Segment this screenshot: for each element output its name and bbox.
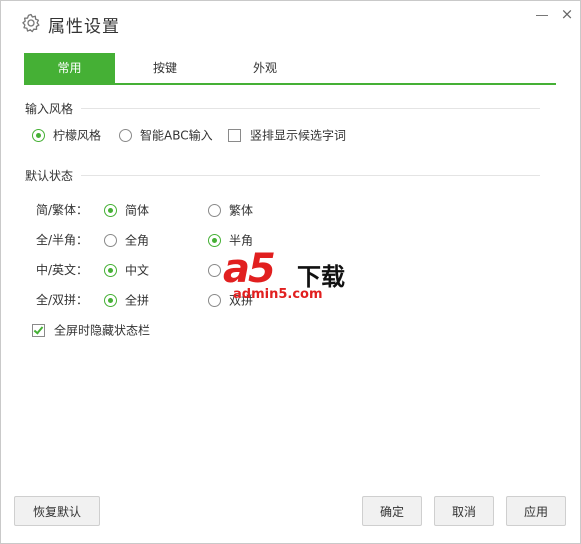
- tab-appearance[interactable]: 外观: [215, 53, 315, 83]
- radio-chinese[interactable]: 中文: [104, 262, 149, 278]
- watermark-download-text: 下载: [297, 263, 345, 291]
- gear-icon: [21, 13, 41, 33]
- radio-indicator: [208, 294, 221, 307]
- restore-defaults-button[interactable]: 恢复默认: [14, 496, 100, 526]
- checkbox-indicator: [32, 324, 45, 337]
- row-label-full-half-width: 全/半角：: [36, 233, 89, 247]
- radio-double-pinyin[interactable]: 双拼: [208, 292, 253, 308]
- ok-button[interactable]: 确定: [362, 496, 422, 526]
- cancel-button[interactable]: 取消: [434, 496, 494, 526]
- radio-traditional[interactable]: 繁体: [208, 202, 253, 218]
- row-label-simplified-traditional: 简/繁体：: [36, 203, 89, 217]
- window-title: 属性设置: [48, 17, 120, 37]
- radio-indicator: [104, 294, 117, 307]
- radio-indicator: [104, 204, 117, 217]
- radio-indicator: [208, 234, 221, 247]
- checkbox-hide-statusbar[interactable]: 全屏时隐藏状态栏: [32, 322, 150, 338]
- radio-abc-input[interactable]: 智能ABC输入: [119, 127, 213, 143]
- radio-indicator: [32, 129, 45, 142]
- radio-full-width[interactable]: 全角: [104, 232, 149, 248]
- section-title-default-state: 默认状态: [25, 169, 74, 183]
- checkbox-vertical-candidates[interactable]: 竖排显示候选字词: [228, 127, 346, 143]
- tab-bar: 常用 按键 外观: [24, 53, 556, 85]
- radio-indicator: [119, 129, 132, 142]
- settings-window: 属性设置 × 常用 按键 外观 输入风格 柠檬风格 智能ABC输入 竖排显示候选…: [0, 0, 581, 544]
- radio-indicator: [208, 204, 221, 217]
- tab-keys[interactable]: 按键: [115, 53, 215, 83]
- radio-full-pinyin[interactable]: 全拼: [104, 292, 149, 308]
- close-icon[interactable]: ×: [558, 5, 576, 23]
- tab-general[interactable]: 常用: [24, 53, 115, 83]
- apply-button[interactable]: 应用: [506, 496, 566, 526]
- row-label-chinese-english: 中/英文：: [36, 263, 89, 277]
- radio-indicator: [104, 234, 117, 247]
- radio-half-width[interactable]: 半角: [208, 232, 253, 248]
- divider: [81, 108, 540, 109]
- radio-english[interactable]: [208, 262, 229, 278]
- section-title-input-style: 输入风格: [25, 102, 74, 116]
- divider: [81, 175, 540, 176]
- radio-simplified[interactable]: 简体: [104, 202, 149, 218]
- row-label-full-double-pinyin: 全/双拼：: [36, 293, 89, 307]
- checkbox-indicator: [228, 129, 241, 142]
- minimize-icon[interactable]: [533, 5, 551, 23]
- radio-indicator: [104, 264, 117, 277]
- radio-lemon-style[interactable]: 柠檬风格: [32, 127, 101, 143]
- watermark-a5: a5: [223, 246, 276, 292]
- radio-indicator: [208, 264, 221, 277]
